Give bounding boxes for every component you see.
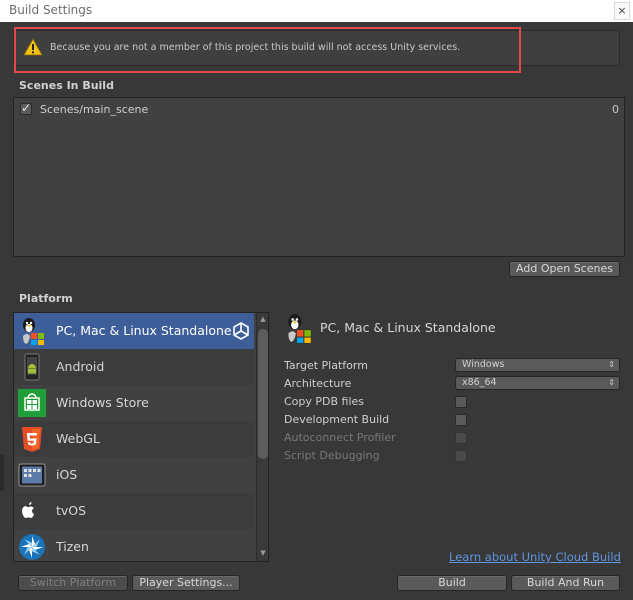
platform-label-text: Windows Store [56, 395, 149, 410]
build-button[interactable]: Build [397, 575, 507, 591]
architecture-value: x86_64 [462, 377, 497, 388]
platform-label: Platform [19, 292, 73, 305]
target-platform-dropdown[interactable]: Windows ⇕ [455, 358, 620, 372]
architecture-dropdown[interactable]: x86_64 ⇕ [455, 376, 620, 390]
tizen-icon [19, 534, 45, 560]
development-build-label: Development Build [284, 413, 390, 426]
close-icon[interactable]: × [614, 2, 630, 20]
warning-highlight-box [14, 27, 521, 73]
platform-label-text: PC, Mac & Linux Standalone [56, 323, 232, 338]
platform-list[interactable]: PC, Mac & Linux Standalone Android Windo… [13, 312, 269, 562]
copy-pdb-label: Copy PDB files [284, 395, 365, 408]
scene-checkbox[interactable] [20, 101, 32, 115]
windows-store-icon [18, 389, 46, 417]
scenes-list[interactable]: Scenes/main_scene 0 [13, 97, 625, 257]
script-debugging-checkbox [455, 450, 467, 462]
development-build-checkbox[interactable] [455, 414, 467, 426]
platform-item-tvos[interactable]: tvOS [14, 493, 254, 529]
player-settings-button[interactable]: Player Settings... [132, 575, 240, 591]
platform-settings-title: PC, Mac & Linux Standalone [320, 320, 496, 335]
pc-mac-linux-icon [23, 318, 44, 345]
tvos-icon [22, 502, 34, 518]
copy-pdb-checkbox[interactable] [455, 396, 467, 408]
scene-name: Scenes/main_scene [40, 103, 149, 116]
platform-item-tizen[interactable]: Tizen [14, 529, 254, 561]
scenes-in-build-label: Scenes In Build [19, 79, 114, 92]
platform-item-android[interactable]: Android [14, 349, 254, 385]
scroll-up-arrow-icon[interactable]: ▲ [258, 315, 268, 325]
platform-item-ios[interactable]: iOS [14, 457, 254, 493]
platform-label-text: iOS [56, 467, 78, 482]
dropdown-arrows-icon: ⇕ [608, 360, 615, 369]
platform-list-scrollbar[interactable]: ▲ ▼ [256, 313, 268, 561]
platform-label-text: Tizen [56, 539, 89, 554]
build-and-run-button[interactable]: Build And Run [511, 575, 620, 591]
dropdown-arrows-icon: ⇕ [608, 378, 615, 387]
platform-label-text: tvOS [56, 503, 87, 518]
platform-item-windows-store[interactable]: Windows Store [14, 385, 254, 421]
target-platform-label: Target Platform [284, 359, 368, 372]
window-title: Build Settings [9, 3, 93, 17]
architecture-label: Architecture [284, 377, 352, 390]
ios-icon [18, 463, 46, 487]
platform-item-pc-mac-linux[interactable]: PC, Mac & Linux Standalone [14, 313, 254, 349]
add-open-scenes-button[interactable]: Add Open Scenes [509, 261, 620, 277]
scroll-down-arrow-icon[interactable]: ▼ [258, 549, 268, 559]
platform-item-webgl[interactable]: WebGL [14, 421, 254, 457]
unity-logo-icon [233, 322, 249, 340]
html5-icon [22, 427, 42, 452]
script-debugging-label: Script Debugging [284, 449, 380, 462]
learn-cloud-build-link[interactable]: Learn about Unity Cloud Build [449, 550, 621, 564]
scene-row[interactable]: Scenes/main_scene 0 [18, 101, 622, 119]
autoconnect-profiler-checkbox [455, 432, 467, 444]
autoconnect-profiler-label: Autoconnect Profiler [284, 431, 396, 444]
pc-mac-linux-icon [288, 314, 311, 343]
platform-label-text: WebGL [56, 431, 100, 446]
switch-platform-button[interactable]: Switch Platform [18, 575, 128, 591]
android-icon [24, 353, 40, 381]
left-edge-strip [0, 455, 4, 491]
target-platform-value: Windows [462, 359, 505, 370]
scrollbar-thumb[interactable] [258, 329, 268, 459]
window-titlebar: Build Settings × [0, 0, 633, 22]
platform-label-text: Android [56, 359, 105, 374]
scene-index: 0 [612, 103, 619, 116]
